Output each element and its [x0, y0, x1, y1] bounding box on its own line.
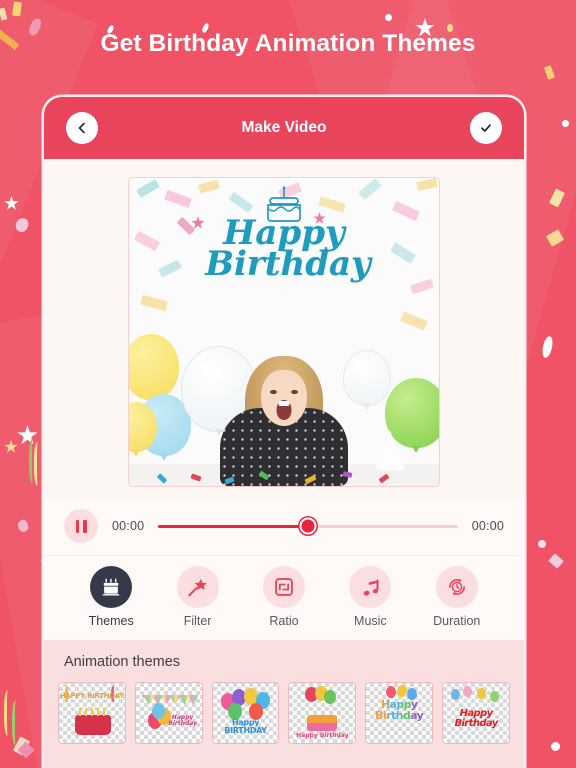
thumb-text: Happy Birthday	[296, 731, 349, 739]
cake-icon	[102, 578, 120, 596]
pause-button[interactable]	[64, 509, 98, 543]
party-hat	[375, 430, 405, 470]
thumb-balloon	[477, 688, 487, 699]
thumb-text: Happy Birthday	[168, 713, 198, 727]
preview-stage: Happy Birthday	[44, 159, 524, 499]
app-window: Make Video Happy Birthday 00:00 00:00 Th…	[44, 97, 524, 768]
theme-thumb-cake-streamers[interactable]: HAPPY BIRTHDAY	[58, 682, 126, 744]
thumb-balloon	[151, 703, 165, 719]
confetti-piece	[551, 742, 560, 751]
tool-ratio[interactable]: Ratio	[246, 566, 322, 628]
music-note-icon	[363, 578, 379, 596]
theme-thumb-bunting-balloons[interactable]: Happy Birthday	[134, 682, 203, 744]
balloon-yellow	[129, 334, 179, 400]
magic-wand-icon	[187, 578, 207, 597]
confetti-piece	[540, 335, 555, 359]
confetti-piece	[548, 553, 564, 569]
seek-thumb[interactable]	[299, 517, 317, 535]
current-time: 00:00	[112, 519, 145, 533]
tool-music[interactable]: Music	[332, 566, 408, 628]
theme-thumb-red-script[interactable]: Happy Birthday	[442, 682, 510, 744]
tool-filter[interactable]: Filter	[160, 566, 236, 628]
tool-filter-icon-wrap	[176, 566, 219, 608]
eye-right	[291, 390, 298, 394]
theme-thumb-colorful-letters[interactable]: Happy Birthday	[365, 682, 434, 744]
thumb-cake-candles	[79, 708, 107, 716]
done-button[interactable]	[470, 112, 502, 144]
seek-progress-fill	[158, 524, 308, 528]
mouth	[276, 400, 292, 420]
tool-music-label: Music	[354, 614, 387, 628]
preview-confetti	[136, 179, 160, 198]
theme-thumb-balloon-cluster[interactable]: Happy BIRTHDAY	[211, 682, 280, 744]
player-controls: 00:00 00:00	[44, 499, 524, 555]
tool-themes-label: Themes	[88, 614, 134, 628]
preview-confetti	[416, 178, 438, 191]
thumb-balloon	[490, 691, 500, 702]
app-bar-title: Make Video	[241, 119, 327, 136]
tool-ratio-label: Ratio	[269, 614, 299, 628]
thumb-bunting	[141, 695, 198, 705]
greeting-line-2: Birthday	[205, 244, 371, 285]
thumb-balloon	[463, 686, 473, 697]
seek-slider[interactable]	[158, 517, 458, 535]
animation-themes-panel: Animation themes HAPPY BIRTHDAY Happy Bi…	[44, 640, 524, 768]
animation-themes-title: Animation themes	[64, 654, 181, 670]
thumb-balloon	[451, 689, 461, 700]
thumb-text: Happy Birthday	[366, 699, 432, 722]
back-button[interactable]	[66, 112, 98, 144]
pause-bar-left	[75, 519, 79, 533]
confetti-piece	[562, 120, 569, 127]
video-preview[interactable]: Happy Birthday	[128, 177, 440, 487]
theme-thumb-cake-bouquet[interactable]: Happy Birthday	[288, 682, 357, 744]
tool-duration-label: Duration	[433, 614, 481, 628]
preview-confetti	[164, 189, 192, 209]
eye-left	[270, 390, 277, 394]
confetti-piece	[385, 14, 392, 21]
theme-thumbnail-list: HAPPY BIRTHDAY Happy Birthday Happy BIRT…	[44, 682, 524, 744]
tool-filter-label: Filter	[183, 614, 212, 628]
thumb-balloon	[386, 686, 397, 698]
clock-refresh-icon	[448, 578, 465, 596]
edit-toolbar: Themes Filter Ratio Music Duration	[44, 556, 524, 640]
preview-photo	[129, 316, 439, 486]
thumb-cake	[75, 715, 111, 735]
preview-greeting: Happy Birthday	[129, 216, 439, 285]
preview-confetti	[140, 294, 168, 312]
person-photo-subject	[214, 356, 354, 486]
preview-confetti	[410, 278, 434, 295]
tool-music-icon-wrap	[349, 566, 392, 608]
thumb-text: HAPPY BIRTHDAY	[59, 692, 124, 700]
tool-themes-icon-wrap	[90, 566, 133, 608]
check-icon	[481, 124, 491, 132]
chevron-left-icon	[78, 122, 85, 134]
tool-ratio-icon-wrap	[262, 566, 305, 608]
preview-confetti	[228, 191, 254, 214]
aspect-ratio-icon	[275, 578, 293, 596]
pause-bar-right	[83, 519, 87, 533]
total-time: 00:00	[471, 519, 504, 533]
preview-confetti	[318, 196, 346, 213]
preview-confetti	[358, 178, 382, 200]
tool-duration[interactable]: Duration	[419, 566, 495, 628]
confetti-piece	[538, 540, 546, 548]
app-bar: Make Video	[44, 97, 524, 159]
tool-themes[interactable]: Themes	[73, 566, 149, 628]
preview-confetti	[198, 179, 220, 194]
thumb-text: Happy Birthday	[454, 707, 498, 729]
thumb-balloon	[397, 685, 408, 697]
tool-duration-icon-wrap	[435, 566, 478, 608]
confetti-ribbon	[34, 442, 43, 486]
page-title: Get Birthday Animation Themes	[100, 30, 476, 57]
thumb-text: Happy BIRTHDAY	[224, 717, 267, 735]
thumb-balloon	[324, 690, 337, 704]
face	[261, 370, 307, 426]
thumb-cake	[307, 715, 338, 731]
